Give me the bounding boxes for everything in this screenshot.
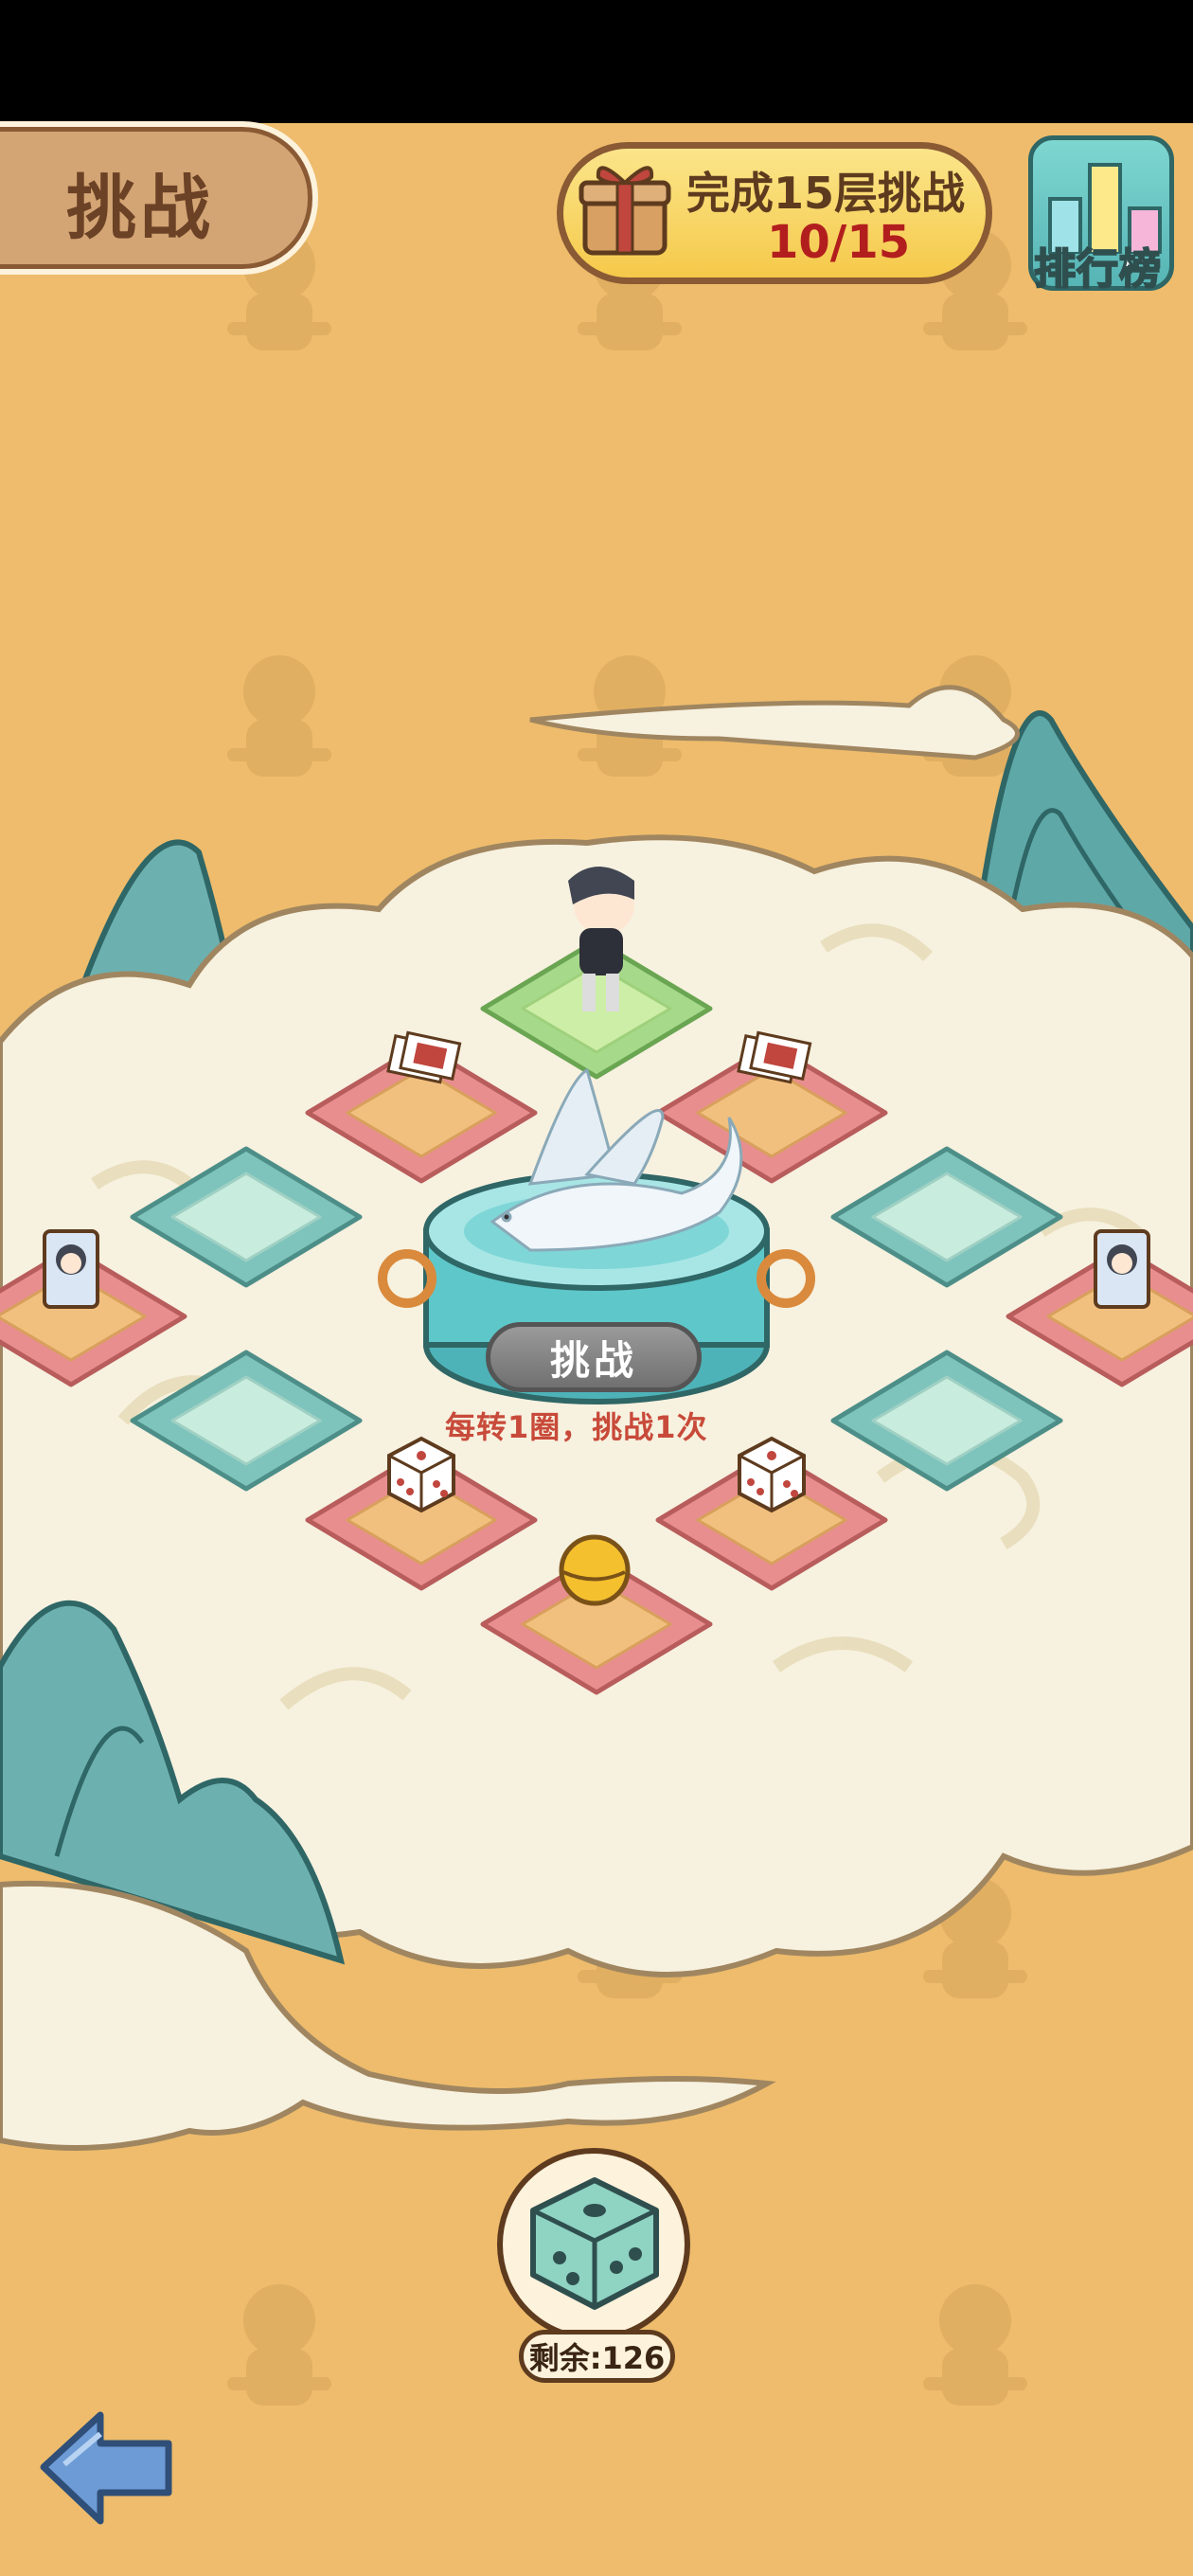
challenge-button[interactable]: 挑战 xyxy=(486,1322,702,1392)
gold-orb-item xyxy=(559,1534,631,1606)
roll-dice-button[interactable] xyxy=(497,2148,690,2341)
dice-remaining: 剩余:126 xyxy=(519,2330,675,2383)
portrait-card-right xyxy=(1094,1229,1150,1309)
portrait-card-left xyxy=(43,1229,99,1309)
dice-item-right xyxy=(738,1436,806,1513)
dice-icon xyxy=(530,2177,659,2310)
back-arrow-icon[interactable] xyxy=(36,2406,178,2529)
dice-item-left xyxy=(387,1436,455,1513)
challenge-hint: 每转1圈，挑战1次 xyxy=(445,1409,708,1445)
